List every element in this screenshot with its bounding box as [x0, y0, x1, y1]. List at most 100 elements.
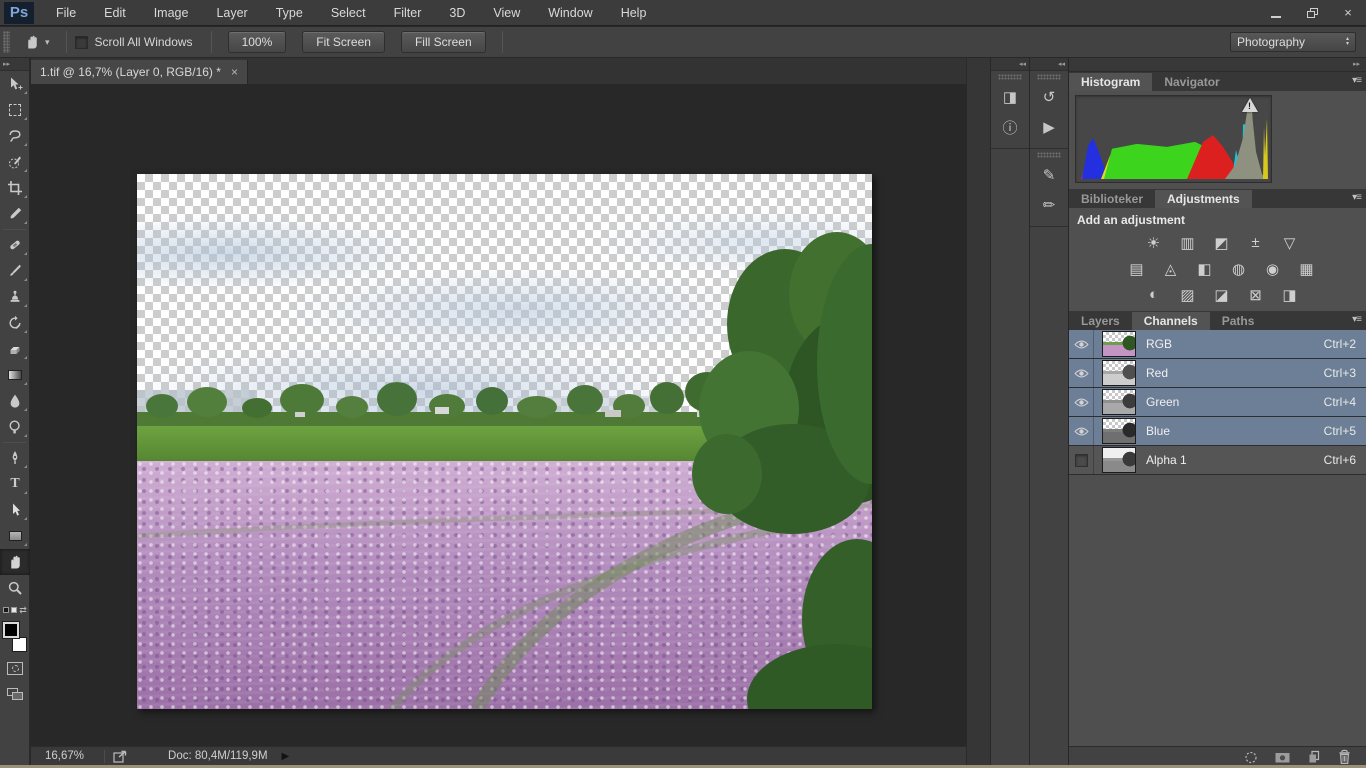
vibrance-icon[interactable]: ▽ — [1277, 233, 1302, 252]
export-arrow-icon[interactable] — [113, 750, 128, 763]
quick-mask-button[interactable] — [0, 655, 30, 681]
dock-collapse-chevron[interactable]: ▸▸ — [1069, 58, 1366, 72]
status-flyout-icon[interactable]: ▶ — [282, 751, 290, 762]
menu-help[interactable]: Help — [607, 0, 661, 26]
cached-data-warning-icon[interactable]: ! — [1242, 98, 1258, 112]
lasso-tool[interactable] — [0, 123, 30, 149]
channel-row-red[interactable]: Red Ctrl+3 — [1069, 359, 1366, 388]
menu-edit[interactable]: Edit — [90, 0, 140, 26]
gradient-map-icon[interactable]: ⊠ — [1243, 285, 1268, 304]
hand-tool[interactable] — [0, 549, 30, 575]
panel-grip[interactable] — [998, 74, 1022, 80]
menu-filter[interactable]: Filter — [380, 0, 436, 26]
zoom-tool[interactable] — [0, 575, 30, 601]
visibility-toggle[interactable] — [1069, 330, 1094, 358]
eyedropper-tool[interactable] — [0, 201, 30, 227]
channel-row-rgb[interactable]: RGB Ctrl+2 — [1069, 330, 1366, 359]
new-channel-button[interactable] — [1306, 749, 1322, 765]
delete-channel-button[interactable] — [1337, 749, 1352, 765]
menu-view[interactable]: View — [479, 0, 534, 26]
current-tool-preview[interactable]: ▾ — [16, 34, 58, 51]
channel-row-alpha-1[interactable]: Alpha 1 Ctrl+6 — [1069, 446, 1366, 475]
options-bar-grip[interactable] — [3, 31, 10, 53]
exposure-icon[interactable]: ± — [1243, 233, 1268, 252]
screen-mode-button[interactable] — [0, 681, 30, 707]
default-swap-colors[interactable]: ⇄ — [0, 601, 30, 619]
visibility-toggle[interactable] — [1069, 359, 1094, 387]
menu-select[interactable]: Select — [317, 0, 380, 26]
collapse-panels-chevron[interactable]: ◂◂ — [991, 58, 1029, 71]
clone-stamp-tool[interactable] — [0, 284, 30, 310]
document-scrollbar[interactable] — [966, 58, 990, 765]
panel-menu-icon[interactable]: ▾≡ — [1352, 192, 1362, 203]
invert-icon[interactable]: ◐ — [1141, 285, 1166, 304]
actions-panel-icon[interactable]: ▶ — [1030, 112, 1068, 142]
channel-thumbnail[interactable] — [1102, 331, 1136, 357]
tab-paths[interactable]: Paths — [1210, 312, 1267, 330]
canvas-image[interactable] — [137, 174, 872, 709]
dodge-tool[interactable] — [0, 414, 30, 440]
menu-3d[interactable]: 3D — [435, 0, 479, 26]
rectangular-marquee-tool[interactable] — [0, 97, 30, 123]
channel-thumbnail[interactable] — [1102, 360, 1136, 386]
minimize-button[interactable] — [1258, 0, 1294, 26]
menu-image[interactable]: Image — [140, 0, 203, 26]
collapse-panels-chevron[interactable]: ◂◂ — [1030, 58, 1068, 71]
posterize-icon[interactable]: ▨ — [1175, 285, 1200, 304]
restore-button[interactable] — [1294, 0, 1330, 26]
channel-mixer-icon[interactable]: ◉ — [1260, 259, 1285, 278]
status-zoom-field[interactable]: 16,67% — [31, 750, 96, 762]
menu-layer[interactable]: Layer — [202, 0, 261, 26]
threshold-icon[interactable]: ◪ — [1209, 285, 1234, 304]
path-selection-tool[interactable] — [0, 497, 30, 523]
color-lookup-icon[interactable]: ▦ — [1294, 259, 1319, 278]
close-button[interactable]: × — [1330, 0, 1366, 26]
brush-panel-icon[interactable]: ✎ — [1030, 160, 1068, 190]
spot-healing-brush-tool[interactable] — [0, 232, 30, 258]
channel-thumbnail[interactable] — [1102, 389, 1136, 415]
brush-presets-panel-icon[interactable]: ✏ — [1030, 190, 1068, 220]
channel-row-green[interactable]: Green Ctrl+4 — [1069, 388, 1366, 417]
type-tool[interactable]: T — [0, 471, 30, 497]
workspace-switcher[interactable]: Photography ▴ ▾ — [1230, 32, 1356, 52]
save-selection-as-channel-button[interactable] — [1274, 750, 1291, 765]
hue-saturation-icon[interactable]: ▤ — [1124, 259, 1149, 278]
black-white-icon[interactable]: ◧ — [1192, 259, 1217, 278]
color-balance-icon[interactable]: ◬ — [1158, 259, 1183, 278]
tab-histogram[interactable]: Histogram — [1069, 73, 1153, 91]
tab-adjustments[interactable]: Adjustments — [1155, 190, 1252, 208]
pasteboard[interactable] — [31, 84, 966, 746]
tab-layers[interactable]: Layers — [1069, 312, 1132, 330]
document-tab[interactable]: 1.tif @ 16,7% (Layer 0, RGB/16) * × — [31, 60, 248, 84]
move-tool[interactable] — [0, 71, 30, 97]
panel-menu-icon[interactable]: ▾≡ — [1352, 75, 1362, 86]
history-brush-tool[interactable] — [0, 310, 30, 336]
menu-file[interactable]: File — [42, 0, 90, 26]
gradient-tool[interactable] — [0, 362, 30, 388]
brightness-contrast-icon[interactable]: ☀ — [1141, 233, 1166, 252]
menu-window[interactable]: Window — [534, 0, 606, 26]
levels-icon[interactable]: ▥ — [1175, 233, 1200, 252]
channel-thumbnail[interactable] — [1102, 418, 1136, 444]
panel-grip[interactable] — [1037, 74, 1061, 80]
info-panel-icon[interactable]: ⓘ — [991, 112, 1029, 142]
visibility-toggle[interactable] — [1069, 417, 1094, 445]
tab-close-icon[interactable]: × — [231, 65, 238, 79]
channel-row-blue[interactable]: Blue Ctrl+5 — [1069, 417, 1366, 446]
pen-tool[interactable] — [0, 445, 30, 471]
menu-type[interactable]: Type — [262, 0, 317, 26]
curves-icon[interactable]: ◩ — [1209, 233, 1234, 252]
scroll-all-windows-checkbox[interactable] — [74, 35, 88, 49]
fill-screen-button[interactable]: Fill Screen — [400, 31, 486, 53]
panel-grip[interactable] — [1037, 152, 1061, 158]
zoom-100-button[interactable]: 100% — [227, 31, 287, 53]
quick-selection-tool[interactable] — [0, 149, 30, 175]
blur-tool[interactable] — [0, 388, 30, 414]
eraser-tool[interactable] — [0, 336, 30, 362]
visibility-toggle[interactable] — [1069, 388, 1094, 416]
foreground-background-colors[interactable] — [0, 619, 30, 655]
photo-filter-icon[interactable]: ◍ — [1226, 259, 1251, 278]
visibility-toggle[interactable] — [1069, 446, 1094, 474]
load-channel-as-selection-button[interactable] — [1243, 750, 1259, 765]
crop-tool[interactable] — [0, 175, 30, 201]
